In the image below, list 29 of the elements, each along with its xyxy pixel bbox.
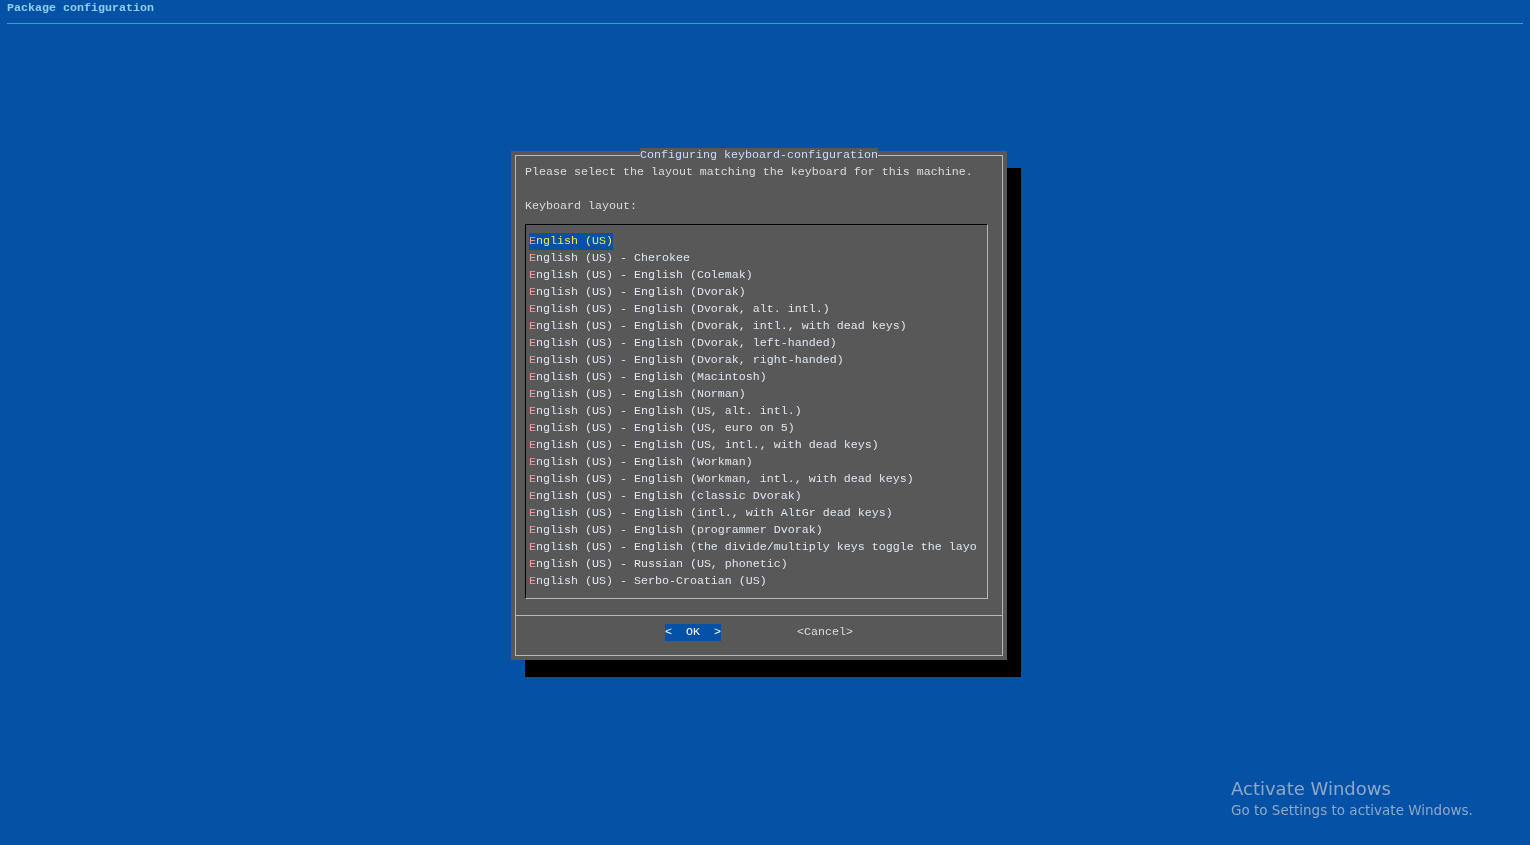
layout-option[interactable]: English (US) - English (Workman, intl., with dead keys) <box>529 471 914 488</box>
layout-option[interactable]: English (US) - English (US, euro on 5) <box>529 420 795 437</box>
cancel-button[interactable]: <Cancel> <box>796 624 853 641</box>
layout-option[interactable]: English (US) - English (Colemak) <box>529 267 753 284</box>
layout-option[interactable]: English (US) - English (classic Dvorak) <box>529 488 802 505</box>
layout-option[interactable]: English (US) - Serbo-Croatian (US) <box>529 573 767 590</box>
layout-option[interactable]: English (US) - English (Dvorak, right-handed) <box>529 352 844 369</box>
layout-option[interactable]: English (US) - English (US, alt. intl.) <box>529 403 802 420</box>
layout-option[interactable]: English (US) - English (intl., with AltGr dead keys) <box>529 505 893 522</box>
layout-option[interactable]: English (US) - English (Workman) <box>529 454 753 471</box>
dialog-title: Configuring keyboard-configuration <box>640 148 878 162</box>
field-label: Keyboard layout: <box>525 199 637 213</box>
layout-option[interactable]: English (US) - English (the divide/multiply keys toggle the layo <box>529 539 977 556</box>
layout-option[interactable]: English (US) <box>529 233 613 250</box>
layout-option[interactable]: English (US) - English (US, intl., with dead keys) <box>529 437 879 454</box>
activation-text: Go to Settings to activate Windows. <box>1231 801 1473 819</box>
layout-option[interactable]: English (US) - English (Macintosh) <box>529 369 767 386</box>
screen-title: Package configuration <box>7 0 154 17</box>
layout-option[interactable]: English (US) - English (programmer Dvorak) <box>529 522 823 539</box>
layout-option[interactable]: English (US) - English (Dvorak, intl., with dead keys) <box>529 318 907 335</box>
activation-title: Activate Windows <box>1231 777 1392 801</box>
prompt-text: Please select the layout matching the keyboard for this machine. <box>525 165 973 179</box>
ok-button[interactable]: < OK > <box>665 624 721 641</box>
layout-option[interactable]: English (US) - English (Dvorak, alt. intl.) <box>529 301 830 318</box>
layout-option[interactable]: English (US) - English (Norman) <box>529 386 746 403</box>
layout-option[interactable]: English (US) - Cherokee <box>529 250 690 267</box>
layout-option[interactable]: English (US) - Russian (US, phonetic) <box>529 556 788 573</box>
layout-option[interactable]: English (US) - English (Dvorak, left-handed) <box>529 335 837 352</box>
layout-option[interactable]: English (US) - English (Dvorak) <box>529 284 746 301</box>
